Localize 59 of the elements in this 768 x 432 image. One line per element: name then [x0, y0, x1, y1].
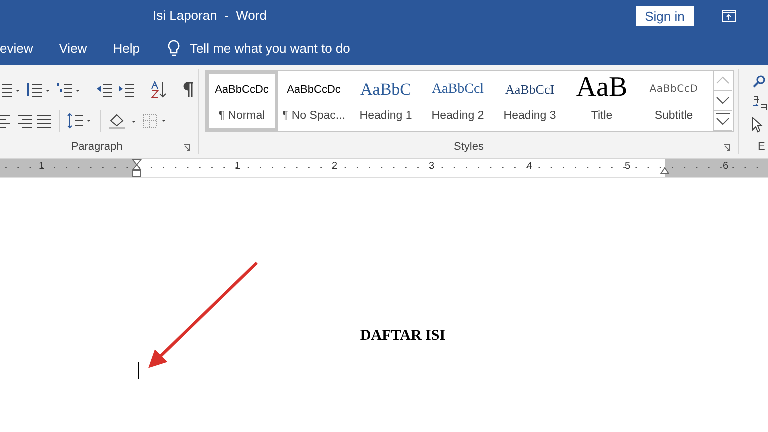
group-label: Paragraph [71, 141, 123, 154]
sign-in-button[interactable]: Sign in [636, 6, 694, 26]
style-name: ¶ No Spac... [282, 110, 346, 122]
align-right-icon[interactable] [16, 113, 32, 130]
ribbon-tab[interactable]: Help [113, 41, 140, 56]
ribbon-tab[interactable]: eview [0, 41, 34, 56]
more-styles-icon[interactable] [714, 111, 732, 131]
style-preview: AaBbCcl [432, 81, 484, 99]
line-spacing-icon[interactable] [67, 112, 93, 130]
style-item[interactable]: AaBbCcD Subtitle [638, 71, 710, 131]
window-title: Isi Laporan - Word [153, 8, 267, 23]
justify-icon[interactable] [36, 113, 52, 130]
search-icon[interactable] [752, 75, 766, 89]
ruler-number: 5 [625, 161, 631, 172]
ruler-number: 1 [235, 161, 241, 172]
document-heading: DAFTAR ISI [359, 328, 447, 345]
style-preview: AaBbCcDc [287, 83, 341, 98]
style-item[interactable]: AaBbCcDc ¶ No Spac... [278, 71, 350, 131]
cursor-icon[interactable] [752, 117, 764, 133]
text-cursor [138, 362, 139, 379]
right-indent-icon[interactable] [660, 167, 670, 175]
group-label: E [758, 141, 766, 153]
style-name: Heading 2 [432, 110, 484, 122]
style-preview: AaBbCcD [650, 83, 698, 97]
ribbon-tab[interactable]: View [59, 41, 88, 56]
borders-icon[interactable] [142, 112, 168, 130]
style-name: Title [591, 110, 613, 122]
sort-icon[interactable] [150, 81, 168, 100]
align-left-icon[interactable] [0, 113, 12, 130]
style-name: ¶ Normal [218, 110, 266, 122]
ruler-number: 1 [39, 161, 45, 172]
pilcrow-icon[interactable] [182, 82, 194, 98]
ruler-number: 6 [723, 161, 729, 172]
bullets-icon[interactable] [0, 82, 22, 98]
dialog-launcher-icon[interactable] [723, 144, 732, 153]
ribbon-display-icon[interactable] [722, 10, 736, 22]
increase-indent-icon[interactable] [118, 82, 136, 98]
style-item[interactable]: AaBbCcl Heading 2 [422, 71, 494, 131]
multilevel-list-icon[interactable] [56, 82, 82, 98]
dialog-launcher-icon[interactable] [183, 144, 192, 154]
style-preview: AaB [576, 76, 628, 100]
group-label: Styles [454, 141, 484, 153]
tell-me-search[interactable]: Tell me what you want to do [168, 40, 380, 58]
numbering-icon[interactable] [26, 82, 52, 98]
decrease-indent-icon[interactable] [96, 82, 114, 98]
ruler-number: 4 [527, 161, 533, 172]
ruler-number: 3 [429, 161, 435, 172]
style-name: Subtitle [654, 110, 694, 122]
style-item[interactable]: AaBbC Heading 1 [350, 71, 422, 131]
style-name: Heading 3 [504, 110, 556, 122]
style-preview: AaBbCcI [505, 81, 555, 99]
ruler-number: 2 [332, 161, 338, 172]
style-item[interactable]: AaB Title [566, 71, 638, 131]
style-item[interactable]: AaBbCcDc ¶ Normal [206, 71, 278, 131]
style-preview: AaBbCcDc [215, 83, 269, 98]
lightbulb-icon[interactable] [168, 40, 180, 58]
style-name: Heading 1 [360, 110, 412, 122]
style-preview: AaBbC [360, 80, 412, 100]
style-item[interactable]: AaBbCcI Heading 3 [494, 71, 566, 131]
